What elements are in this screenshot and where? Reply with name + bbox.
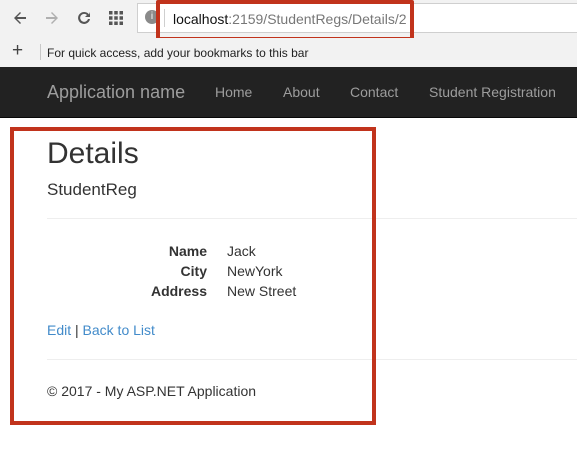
browser-toolbar: i localhost:2159/StudentRegs/Details/2 [0,0,577,41]
bookmarks-bar: + For quick access, add your bookmarks t… [0,38,577,68]
bookmarks-divider [40,44,41,60]
content-highlight-box [10,127,376,425]
reload-icon[interactable] [76,10,92,26]
forward-arrow-icon[interactable] [44,10,60,26]
back-arrow-icon[interactable] [12,10,28,26]
apps-grid-icon[interactable] [108,10,124,26]
nav-student-registration[interactable]: Student Registration [429,84,556,100]
add-bookmark-icon[interactable]: + [12,41,23,61]
url-highlight-box [156,0,414,41]
nav-about[interactable]: About [283,84,320,100]
nav-home[interactable]: Home [215,84,252,100]
nav-contact[interactable]: Contact [350,84,398,100]
site-navbar: Application name Home About Contact Stud… [0,67,577,118]
brand-link[interactable]: Application name [47,82,185,103]
bookmarks-hint: For quick access, add your bookmarks to … [47,46,309,60]
